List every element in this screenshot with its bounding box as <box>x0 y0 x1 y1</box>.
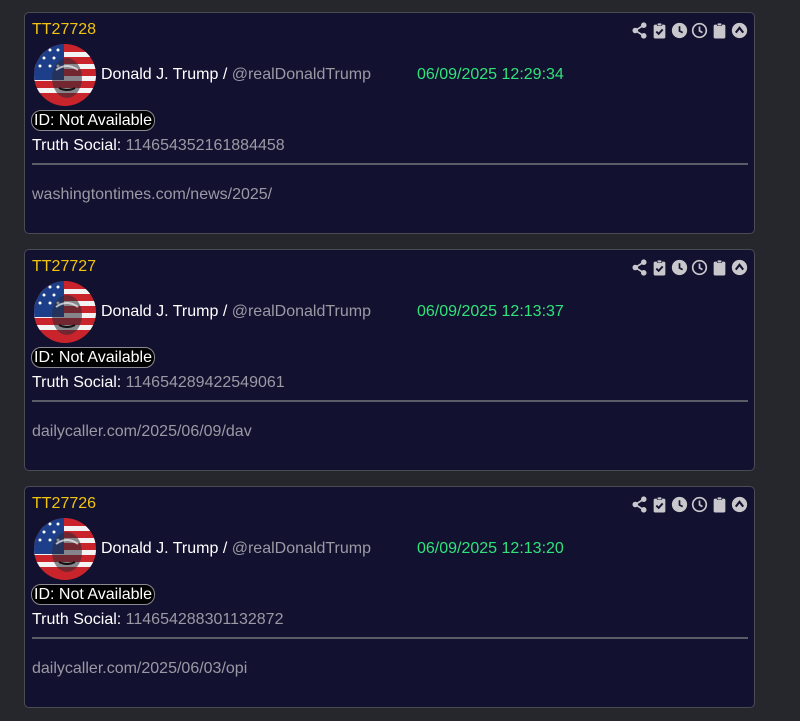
post-code: TT27727 <box>32 258 97 275</box>
post-timestamp: 06/09/2025 12:13:20 <box>417 540 564 557</box>
clipboard-check-icon[interactable] <box>651 22 668 39</box>
post-link[interactable]: dailycaller.com/2025/06/09/dav <box>32 423 252 441</box>
clock-outline-icon[interactable] <box>691 496 708 513</box>
divider <box>32 637 748 639</box>
post-number[interactable]: 114654288301132872 <box>126 611 284 628</box>
clock-filled-icon[interactable] <box>671 22 688 39</box>
action-toolbar <box>631 22 748 39</box>
author-name: Donald J. Trump / <box>101 540 232 557</box>
arrow-up-circle-icon[interactable] <box>731 22 748 39</box>
author-handle[interactable]: @realDonaldTrump <box>232 303 371 320</box>
divider <box>32 163 748 165</box>
platform-label: Truth Social: <box>32 611 126 628</box>
arrow-up-circle-icon[interactable] <box>731 496 748 513</box>
truth-social-line: Truth Social: 114654289422549061 <box>32 374 285 392</box>
truth-social-line: Truth Social: 114654288301132872 <box>32 611 283 629</box>
author-line: Donald J. Trump / @realDonaldTrump <box>101 66 371 84</box>
platform-label: Truth Social: <box>32 137 126 154</box>
avatar <box>34 44 96 106</box>
id-badge: ID: Not Available <box>31 584 155 605</box>
truth-social-line: Truth Social: 114654352161884458 <box>32 137 285 155</box>
clock-filled-icon[interactable] <box>671 496 688 513</box>
post-timestamp: 06/09/2025 12:13:37 <box>417 303 564 320</box>
post-number[interactable]: 114654352161884458 <box>126 137 285 154</box>
post-card: TT27727 Donald J. Trump / @realDonaldTru… <box>24 249 755 471</box>
author-handle[interactable]: @realDonaldTrump <box>232 540 371 557</box>
arrow-up-circle-icon[interactable] <box>731 259 748 276</box>
clock-filled-icon[interactable] <box>671 259 688 276</box>
post-timestamp: 06/09/2025 12:29:34 <box>417 66 564 83</box>
clipboard-check-icon[interactable] <box>651 496 668 513</box>
platform-label: Truth Social: <box>32 374 126 391</box>
post-card: TT27728 Donald J. Trump / @realDonaldTru… <box>24 12 755 234</box>
avatar <box>34 518 96 580</box>
action-toolbar <box>631 496 748 513</box>
author-name: Donald J. Trump / <box>101 66 232 83</box>
action-toolbar <box>631 259 748 276</box>
clipboard-icon[interactable] <box>711 259 728 276</box>
author-line: Donald J. Trump / @realDonaldTrump <box>101 540 371 558</box>
post-link[interactable]: dailycaller.com/2025/06/03/opi <box>32 660 247 678</box>
id-badge: ID: Not Available <box>31 347 155 368</box>
post-code: TT27726 <box>32 495 97 512</box>
author-handle[interactable]: @realDonaldTrump <box>232 66 371 83</box>
post-card: TT27726 Donald J. Trump / @realDonaldTru… <box>24 486 755 708</box>
post-number[interactable]: 114654289422549061 <box>126 374 285 391</box>
clipboard-icon[interactable] <box>711 22 728 39</box>
author-name: Donald J. Trump / <box>101 303 232 320</box>
share-icon[interactable] <box>631 496 648 513</box>
share-icon[interactable] <box>631 22 648 39</box>
post-code: TT27728 <box>32 21 97 38</box>
post-link[interactable]: washingtontimes.com/news/2025/ <box>32 186 272 204</box>
author-line: Donald J. Trump / @realDonaldTrump <box>101 303 371 321</box>
id-badge: ID: Not Available <box>31 110 155 131</box>
clock-outline-icon[interactable] <box>691 22 708 39</box>
divider <box>32 400 748 402</box>
avatar <box>34 281 96 343</box>
clock-outline-icon[interactable] <box>691 259 708 276</box>
share-icon[interactable] <box>631 259 648 276</box>
clipboard-check-icon[interactable] <box>651 259 668 276</box>
clipboard-icon[interactable] <box>711 496 728 513</box>
